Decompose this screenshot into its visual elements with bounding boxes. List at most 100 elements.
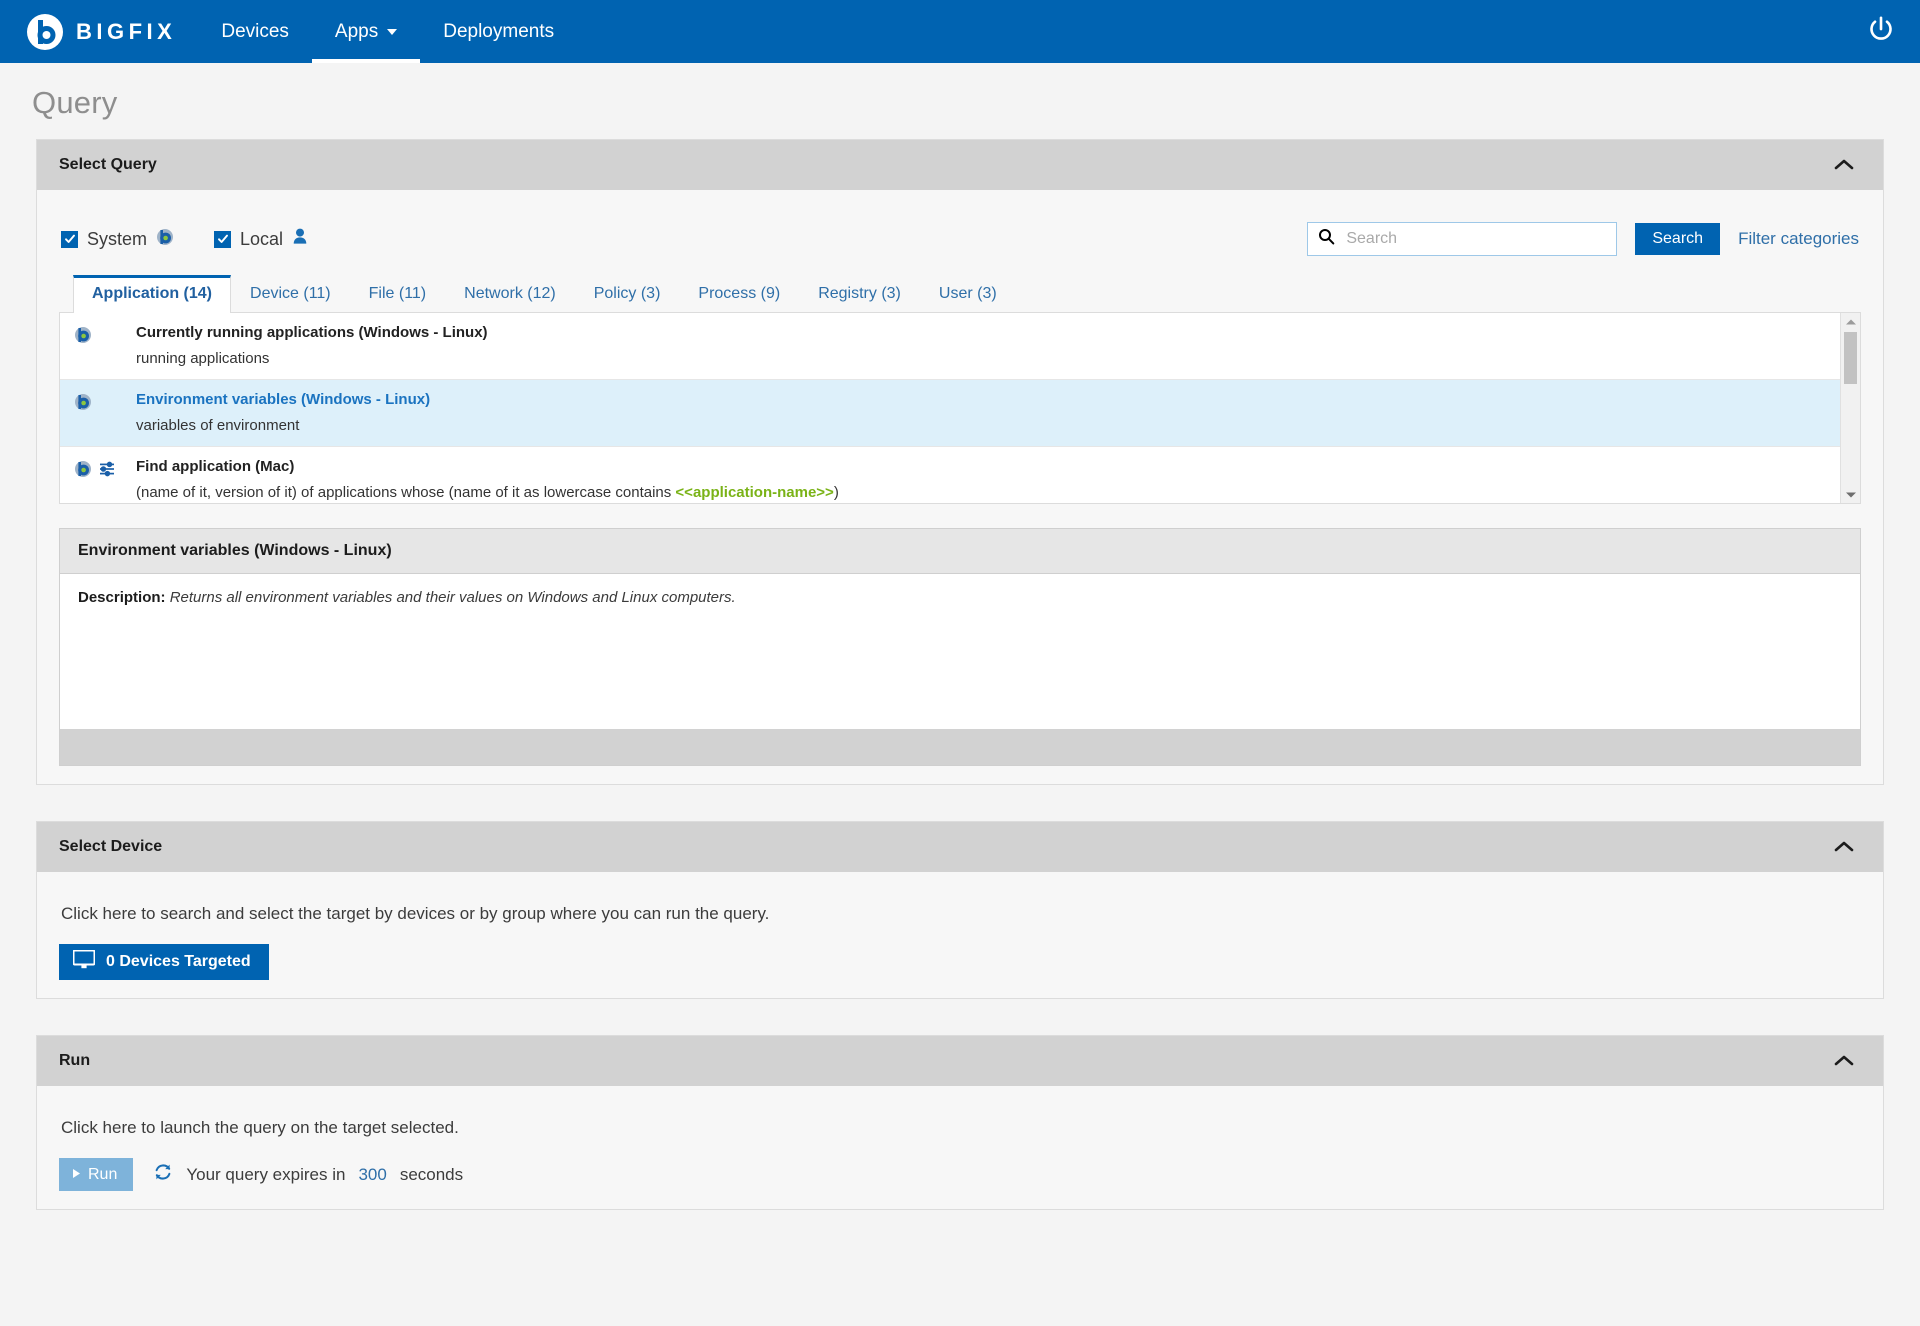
query-title: Find application (Mac) <box>136 458 295 475</box>
nav-item-apps[interactable]: Apps <box>311 0 421 63</box>
nav-items: Devices Apps Deployments <box>198 0 577 63</box>
query-title: Environment variables (Windows - Linux) <box>136 391 431 408</box>
checkbox-local[interactable]: Local <box>214 228 308 250</box>
power-button[interactable] <box>1856 0 1920 63</box>
source-checkbox-group: System Local <box>61 228 308 251</box>
tab-registry[interactable]: Registry (3) <box>799 275 920 313</box>
chevron-down-icon <box>387 28 398 35</box>
search-icon <box>1318 228 1335 250</box>
scrollbar[interactable] <box>1840 313 1860 503</box>
tab-policy[interactable]: Policy (3) <box>575 275 680 313</box>
checkbox-system[interactable]: System <box>61 228 174 251</box>
row-icons <box>74 324 136 367</box>
select-device-instruction: Click here to search and select the targ… <box>61 904 770 923</box>
table-row[interactable]: Environment variables (Windows - Linux) … <box>60 380 1840 447</box>
chevron-up-icon[interactable] <box>1831 157 1857 173</box>
category-tabs: Application (14) Device (11) File (11) N… <box>59 274 1861 313</box>
tab-process[interactable]: Process (9) <box>679 275 799 313</box>
brand-text: BIGFIX <box>76 18 177 44</box>
scrollbar-thumb[interactable] <box>1844 332 1857 384</box>
description-label: Description: <box>78 589 166 606</box>
search-button[interactable]: Search <box>1635 223 1721 255</box>
search-input[interactable] <box>1344 229 1607 249</box>
row-content: Currently running applications (Windows … <box>136 324 1826 367</box>
query-expiry-info: Your query expires in 300 seconds <box>153 1162 463 1187</box>
row-content: Environment variables (Windows - Linux) … <box>136 391 1826 434</box>
query-list-scroll-area: Currently running applications (Windows … <box>60 313 1840 503</box>
user-icon <box>292 228 308 250</box>
select-query-body: System Local Search Search Filter catego… <box>37 190 1883 784</box>
select-device-title: Select Device <box>59 838 163 855</box>
brand[interactable]: BIGFIX <box>0 0 198 63</box>
query-description-panel: Environment variables (Windows - Linux) … <box>59 528 1861 766</box>
monitor-icon <box>72 949 96 974</box>
scroll-down-arrow-icon[interactable] <box>1841 486 1860 503</box>
tab-file[interactable]: File (11) <box>350 275 446 313</box>
search-area: Search Filter categories <box>1307 222 1859 256</box>
expiry-suffix: seconds <box>399 1164 464 1184</box>
run-button-label: Run <box>88 1165 118 1183</box>
bigfix-globe-icon <box>74 393 92 416</box>
checkbox-local-label: Local <box>240 228 284 249</box>
bigfix-globe-icon <box>156 228 174 251</box>
table-row[interactable]: Find application (Mac) (name of it, vers… <box>60 447 1840 503</box>
query-title: Currently running applications (Windows … <box>136 324 488 341</box>
description-panel-body: Description: Returns all environment var… <box>60 574 1860 729</box>
query-description: running applications <box>136 350 1826 367</box>
query-description-suffix: ) <box>833 484 839 501</box>
expiry-seconds: 300 <box>358 1164 387 1184</box>
query-description-text: running applications <box>136 350 270 367</box>
filter-categories-link[interactable]: Filter categories <box>1738 229 1859 249</box>
tab-device[interactable]: Device (11) <box>231 275 350 313</box>
play-triangle-icon <box>72 1166 81 1184</box>
bigfix-globe-icon <box>74 460 92 483</box>
run-title: Run <box>59 1052 91 1069</box>
table-row[interactable]: Currently running applications (Windows … <box>60 313 1840 380</box>
nav-item-apps-label: Apps <box>334 20 379 42</box>
description-panel-footer <box>60 729 1860 765</box>
power-icon <box>1866 14 1896 49</box>
nav-item-deployments-label: Deployments <box>443 20 555 42</box>
devices-targeted-label: 0 Devices Targeted <box>106 953 251 970</box>
bigfix-globe-icon <box>74 326 92 349</box>
page-title: Query <box>32 85 118 120</box>
parameters-sliders-icon <box>98 460 116 483</box>
query-description: (name of it, version of it) of applicati… <box>136 484 1826 501</box>
nav-item-devices[interactable]: Devices <box>198 0 312 63</box>
tab-user[interactable]: User (3) <box>920 275 1016 313</box>
run-header[interactable]: Run <box>37 1036 1883 1086</box>
run-body: Click here to launch the query on the ta… <box>37 1086 1883 1209</box>
devices-targeted-button[interactable]: 0 Devices Targeted <box>59 944 269 980</box>
scroll-up-arrow-icon[interactable] <box>1841 313 1860 330</box>
chevron-up-icon[interactable] <box>1831 1053 1857 1069</box>
select-query-panel: Select Query System Local Search Search … <box>36 139 1884 785</box>
select-device-header[interactable]: Select Device <box>37 822 1883 872</box>
filters-row: System Local Search Search Filter catego… <box>59 212 1861 274</box>
select-device-body: Click here to search and select the targ… <box>37 872 1883 998</box>
query-description: variables of environment <box>136 417 1826 434</box>
row-content: Find application (Mac) (name of it, vers… <box>136 458 1826 501</box>
description-text: Returns all environment variables and th… <box>169 589 736 606</box>
checkbox-system-label: System <box>87 228 148 249</box>
expiry-prefix: Your query expires in <box>186 1164 346 1184</box>
tab-application[interactable]: Application (14) <box>73 275 232 313</box>
row-icons <box>74 458 136 501</box>
refresh-icon[interactable] <box>153 1162 173 1187</box>
select-query-header[interactable]: Select Query <box>37 140 1883 190</box>
bigfix-logo-icon <box>26 13 64 51</box>
query-list: Currently running applications (Windows … <box>59 313 1861 504</box>
select-device-panel: Select Device Click here to search and s… <box>36 821 1884 999</box>
top-navbar: BIGFIX Devices Apps Deployments <box>0 0 1920 63</box>
nav-item-deployments[interactable]: Deployments <box>420 0 577 63</box>
row-icons <box>74 391 136 434</box>
checkbox-local-box[interactable] <box>214 230 232 248</box>
run-button[interactable]: Run <box>59 1158 134 1191</box>
run-controls: Run Your query expires in 300 seconds <box>59 1158 1861 1191</box>
chevron-up-icon[interactable] <box>1831 839 1857 855</box>
run-instruction: Click here to launch the query on the ta… <box>61 1118 459 1137</box>
tab-network[interactable]: Network (12) <box>445 275 575 313</box>
query-parameter-token: <<application-name>> <box>675 484 834 501</box>
select-query-title: Select Query <box>59 156 157 173</box>
checkbox-system-box[interactable] <box>61 230 78 248</box>
search-input-wrapper[interactable] <box>1307 222 1618 256</box>
